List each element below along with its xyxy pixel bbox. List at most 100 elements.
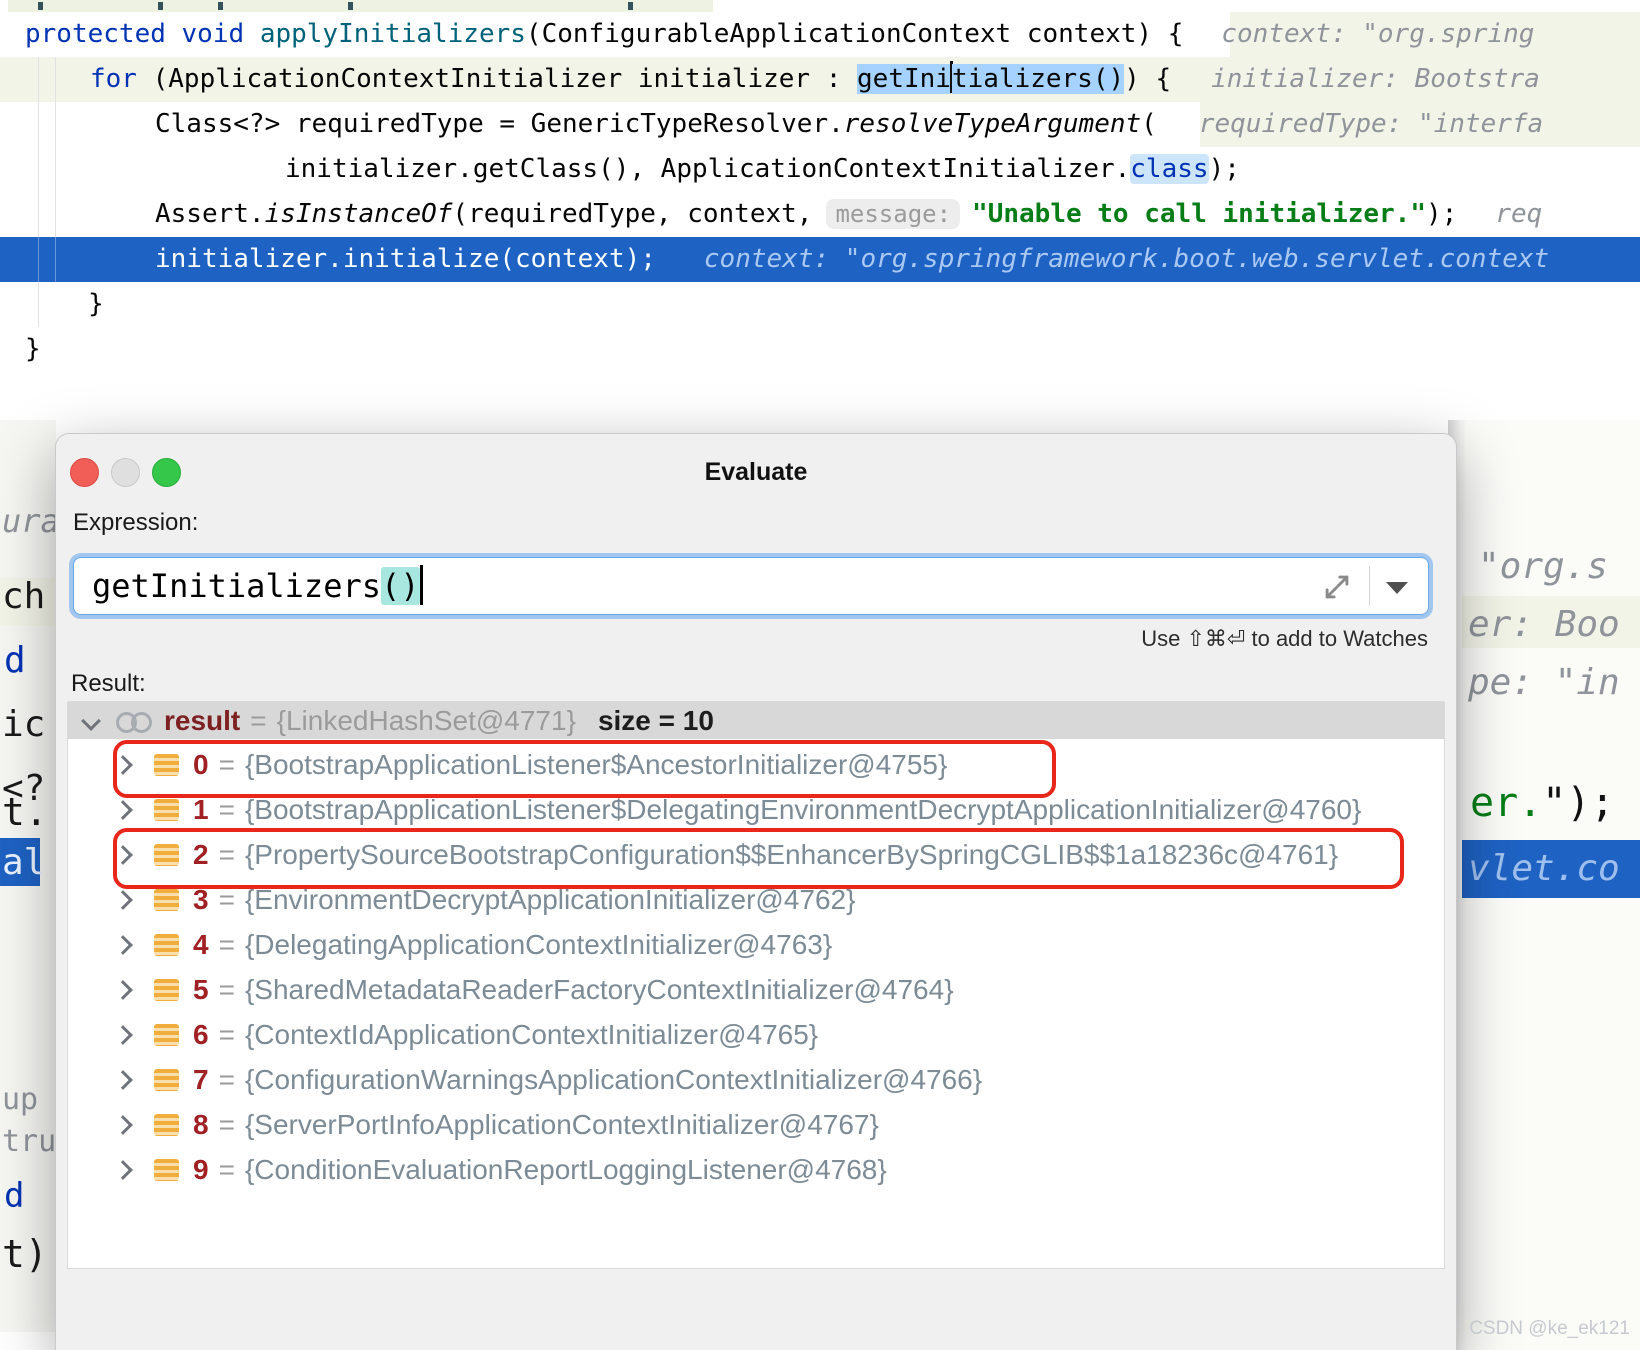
inline-hint: context: "org.spring (1221, 19, 1535, 49)
indent-guide (55, 57, 56, 237)
tree-row-0[interactable]: 0 = {BootstrapApplicationListener$Ancestor… (68, 742, 1444, 787)
tree-row-2[interactable]: 2 = {PropertySourceBootstrapConfiguration$… (68, 832, 1444, 877)
selected-text: getIni (857, 64, 951, 94)
code-line-required-type: Class<?> requiredType = GenericTypeResol… (155, 102, 1543, 147)
tree-row-8[interactable]: 8 = {ServerPortInfoApplicationContextIniti… (68, 1102, 1444, 1147)
item-value: {ServerPortInfoApplicationContextInitial… (244, 1108, 879, 1140)
code-fragment: t) (2, 1232, 48, 1276)
chevron-right-icon[interactable] (113, 1069, 133, 1090)
code-fragment: er: Boo (1468, 604, 1620, 645)
chevron-right-icon[interactable] (113, 934, 133, 955)
chevron-right-icon[interactable] (113, 754, 133, 775)
array-item-icon (154, 933, 179, 956)
inline-hint: context: "org.springframework.boot.web.s… (703, 244, 1550, 274)
chevron-right-icon[interactable] (113, 889, 133, 910)
code-keyword: for (90, 64, 137, 94)
evaluate-dialog: Evaluate Expression: getInitializers() U… (55, 433, 1457, 1350)
item-value: {BootstrapApplicationListener$Delegating… (244, 793, 1362, 825)
code-fragment: ch (2, 576, 46, 617)
expression-input[interactable]: getInitializers() (73, 557, 1429, 615)
tree-row-9[interactable]: 9 = {ConditionEvaluationReportLoggingListe… (68, 1147, 1444, 1192)
tree-row-6[interactable]: 6 = {ContextIdApplicationContextInitialize… (68, 1012, 1444, 1057)
code-text: (ApplicationContextInitializer initializ… (136, 64, 858, 94)
indent-guide (38, 57, 39, 237)
item-value: {PropertySourceBootstrapConfiguration$$E… (244, 838, 1339, 870)
item-value: {EnvironmentDecryptApplicationInitialize… (244, 883, 856, 915)
equals-sign: = (218, 1108, 235, 1140)
add-to-watches-hint: Use ⇧⌘⏎ to add to Watches (1141, 626, 1428, 651)
parameter-name-hint: message: (826, 199, 961, 229)
item-index: 4 (193, 928, 209, 960)
input-divider (1369, 566, 1370, 606)
equals-sign: = (218, 973, 235, 1005)
array-item-icon (154, 1158, 179, 1181)
code-text: initializer.initialize(context); (155, 244, 656, 274)
item-index: 5 (193, 973, 209, 1005)
chevron-right-icon[interactable] (113, 979, 133, 1000)
code-line-method-signature: protected void applyInitializers(Configu… (25, 12, 1534, 57)
array-item-icon (154, 1068, 179, 1091)
indent-guide (38, 237, 39, 282)
code-fragment: pe: "in (1468, 662, 1620, 703)
indent-guide (55, 237, 56, 282)
code-text: Class<?> requiredType = GenericTypeResol… (155, 109, 844, 139)
code-fragment: er."); (1470, 780, 1615, 826)
inline-hint: requiredType: "interfa (1198, 109, 1544, 139)
tree-row-3[interactable]: 3 = {EnvironmentDecryptApplicationInitiali… (68, 877, 1444, 922)
code-keyword: protected void (25, 19, 260, 49)
array-item-icon (154, 888, 179, 911)
result-root-row[interactable]: result = {LinkedHashSet@4771} size = 10 (68, 702, 1444, 739)
code-text: (requiredType, context, (452, 199, 813, 229)
code-line-for-loop: for (ApplicationContextInitializer initi… (90, 57, 1540, 102)
array-item-icon (154, 753, 179, 776)
chevron-right-icon[interactable] (113, 799, 133, 820)
expression-value: getInitializers() (92, 565, 423, 605)
expression-label: Expression: (73, 509, 199, 536)
watermark: CSDN @ke_ek121 (1469, 1318, 1630, 1339)
history-dropdown-icon[interactable] (1386, 582, 1408, 594)
tree-row-1[interactable]: 1 = {BootstrapApplicationListener$Delegati… (68, 787, 1444, 832)
expand-editor-icon[interactable] (1320, 570, 1354, 609)
tree-row-5[interactable]: 5 = {SharedMetadataReaderFactoryContextIni… (68, 967, 1444, 1012)
expression-text: getInitializers (92, 567, 381, 605)
equals-sign: = (250, 704, 267, 736)
result-type: {LinkedHashSet@4771} (276, 704, 576, 736)
code-text: ( (1141, 109, 1157, 139)
execution-point-line[interactable]: initializer.initialize(context); context:… (0, 237, 1640, 282)
code-text: Assert. (155, 199, 265, 229)
item-index: 6 (193, 1018, 209, 1050)
item-value: {SharedMetadataReaderFactoryContextIniti… (244, 973, 954, 1005)
chevron-right-icon[interactable] (113, 844, 133, 865)
input-caret (419, 565, 423, 605)
item-value: {ConfigurationWarningsApplicationContext… (244, 1063, 983, 1095)
code-text: ); (1208, 154, 1240, 184)
string-fragment: er. (1470, 780, 1543, 826)
chevron-down-icon[interactable] (81, 710, 101, 731)
equals-sign: = (218, 928, 235, 960)
code-fragment: up (2, 1082, 39, 1117)
equals-sign: = (218, 883, 235, 915)
code-fragment: ic (2, 704, 46, 745)
chevron-right-icon[interactable] (113, 1159, 133, 1180)
code-text: initializer.getClass(), ApplicationConte… (285, 154, 1131, 184)
chevron-right-icon[interactable] (113, 1024, 133, 1045)
matched-parens: () (380, 567, 420, 605)
chevron-right-icon[interactable] (113, 1114, 133, 1135)
tree-row-4[interactable]: 4 = {DelegatingApplicationContextInitializ… (68, 922, 1444, 967)
code-fragment: al (2, 842, 46, 883)
item-index: 3 (193, 883, 209, 915)
equals-sign: = (218, 748, 235, 780)
tree-row-7[interactable]: 7 = {ConfigurationWarningsApplicationConte… (68, 1057, 1444, 1102)
code-fragment: d (4, 640, 26, 681)
ide-screen: protected void applyInitializers(Configu… (0, 0, 1640, 1350)
static-method-call: isInstanceOf (264, 199, 453, 229)
code-fragment: ura (2, 502, 60, 540)
dialog-title: Evaluate (704, 458, 808, 486)
array-item-icon (154, 1023, 179, 1046)
result-tree: result = {LinkedHashSet@4771} size = 10 … (67, 701, 1445, 1269)
item-index: 8 (193, 1108, 209, 1140)
code-line-get-class: initializer.getClass(), ApplicationConte… (285, 147, 1240, 192)
result-name: result (164, 704, 241, 736)
code-fragment: tru (2, 1124, 57, 1159)
array-item-icon (154, 798, 179, 821)
